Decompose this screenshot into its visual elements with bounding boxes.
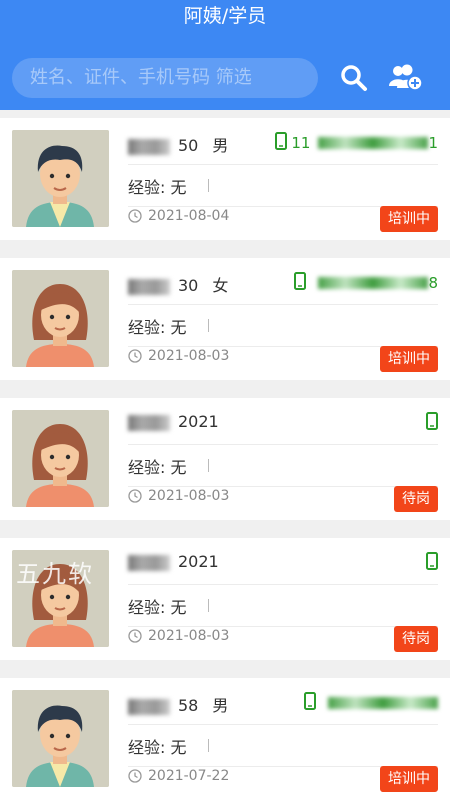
- member-card[interactable]: 2021 经验: 无 2021-08-03 待岗: [0, 398, 450, 520]
- member-info-row: 30 女 8: [128, 272, 438, 295]
- member-date: 2021-08-03: [148, 488, 230, 504]
- phone-link[interactable]: [426, 412, 438, 434]
- member-name-blurred: [128, 278, 170, 295]
- phone-icon: [304, 692, 316, 714]
- phone-prefix: 11: [291, 134, 311, 152]
- member-gender: 男: [212, 696, 229, 715]
- divider: [128, 486, 438, 487]
- status-badge: 培训中: [380, 346, 438, 372]
- clock-icon: [128, 209, 142, 223]
- clock-icon: [128, 629, 142, 643]
- date-row: 2021-07-22: [128, 768, 229, 784]
- divider: [128, 304, 438, 305]
- member-info-row: 2021: [128, 552, 438, 574]
- watermark: 五九软: [16, 560, 94, 588]
- member-name-blurred: [128, 698, 170, 715]
- clock-icon: [128, 349, 142, 363]
- phone-link[interactable]: 11 1: [275, 132, 438, 154]
- member-card[interactable]: 50 男 11 1 经验: 无 2021-08-04 培训中: [0, 118, 450, 240]
- date-row: 2021-08-04: [128, 208, 229, 224]
- avatar: [12, 270, 109, 367]
- member-name-blurred: [128, 138, 170, 155]
- divider: [128, 584, 438, 585]
- member-gender: 男: [212, 136, 229, 155]
- member-date: 2021-08-03: [148, 628, 230, 644]
- separator-bar: [208, 319, 209, 332]
- status-badge: 待岗: [394, 486, 438, 512]
- phone-link[interactable]: [426, 552, 438, 574]
- phone-suffix: 1: [428, 134, 438, 152]
- member-date: 2021-08-04: [148, 208, 230, 224]
- member-age: 30: [178, 276, 199, 295]
- phone-link[interactable]: 8: [294, 272, 438, 294]
- member-card[interactable]: 58 男经验: 无 2021-07-22 培训中: [0, 678, 450, 800]
- divider: [128, 444, 438, 445]
- phone-number-blurred: [328, 697, 438, 709]
- avatar: [12, 690, 109, 787]
- separator-bar: [208, 599, 209, 612]
- status-badge: 培训中: [380, 206, 438, 232]
- phone-link[interactable]: [304, 692, 438, 714]
- clock-icon: [128, 489, 142, 503]
- member-name-blurred: [128, 554, 170, 571]
- phone-number-blurred: [318, 137, 429, 149]
- member-info-row: 50 男 11 1: [128, 132, 438, 155]
- app-header: 阿姨/学员 姓名、证件、手机号码 筛选: [0, 0, 450, 110]
- avatar: [12, 130, 109, 227]
- phone-suffix: 8: [428, 274, 438, 292]
- member-info-row: 58 男: [128, 692, 438, 715]
- experience-label: 经验: 无: [128, 178, 187, 197]
- avatar: [12, 410, 109, 507]
- experience-label: 经验: 无: [128, 458, 187, 477]
- status-badge: 培训中: [380, 766, 438, 792]
- page-title: 阿姨/学员: [183, 5, 267, 27]
- search-input[interactable]: 姓名、证件、手机号码 筛选: [12, 58, 318, 98]
- divider: [128, 724, 438, 725]
- phone-icon: [275, 132, 288, 154]
- member-age: 58: [178, 696, 199, 715]
- member-info-row: 2021: [128, 412, 438, 434]
- date-row: 2021-08-03: [128, 348, 229, 364]
- member-age: 50: [178, 136, 199, 155]
- member-name-blurred: [128, 414, 170, 431]
- phone-icon: [426, 412, 438, 434]
- clock-icon: [128, 769, 142, 783]
- member-gender: 女: [212, 276, 229, 295]
- divider: [128, 626, 438, 627]
- member-age: 2021: [178, 412, 219, 431]
- member-age: 2021: [178, 552, 219, 571]
- date-row: 2021-08-03: [128, 628, 229, 644]
- member-date: 2021-07-22: [148, 768, 230, 784]
- divider: [128, 164, 438, 165]
- experience-label: 经验: 无: [128, 598, 187, 617]
- phone-icon: [426, 552, 438, 574]
- separator-bar: [208, 179, 209, 192]
- phone-icon: [294, 272, 307, 294]
- search-icon[interactable]: [340, 64, 368, 92]
- member-card[interactable]: 30 女 8 经验: 无 2021-08-03 培训中: [0, 258, 450, 380]
- experience-label: 经验: 无: [128, 738, 187, 757]
- status-badge: 待岗: [394, 626, 438, 652]
- experience-label: 经验: 无: [128, 318, 187, 337]
- separator-bar: [208, 459, 209, 472]
- search-placeholder: 姓名、证件、手机号码 筛选: [30, 67, 252, 88]
- phone-number-blurred: [318, 277, 429, 289]
- member-date: 2021-08-03: [148, 348, 230, 364]
- add-user-icon[interactable]: [388, 62, 424, 92]
- date-row: 2021-08-03: [128, 488, 229, 504]
- separator-bar: [208, 739, 209, 752]
